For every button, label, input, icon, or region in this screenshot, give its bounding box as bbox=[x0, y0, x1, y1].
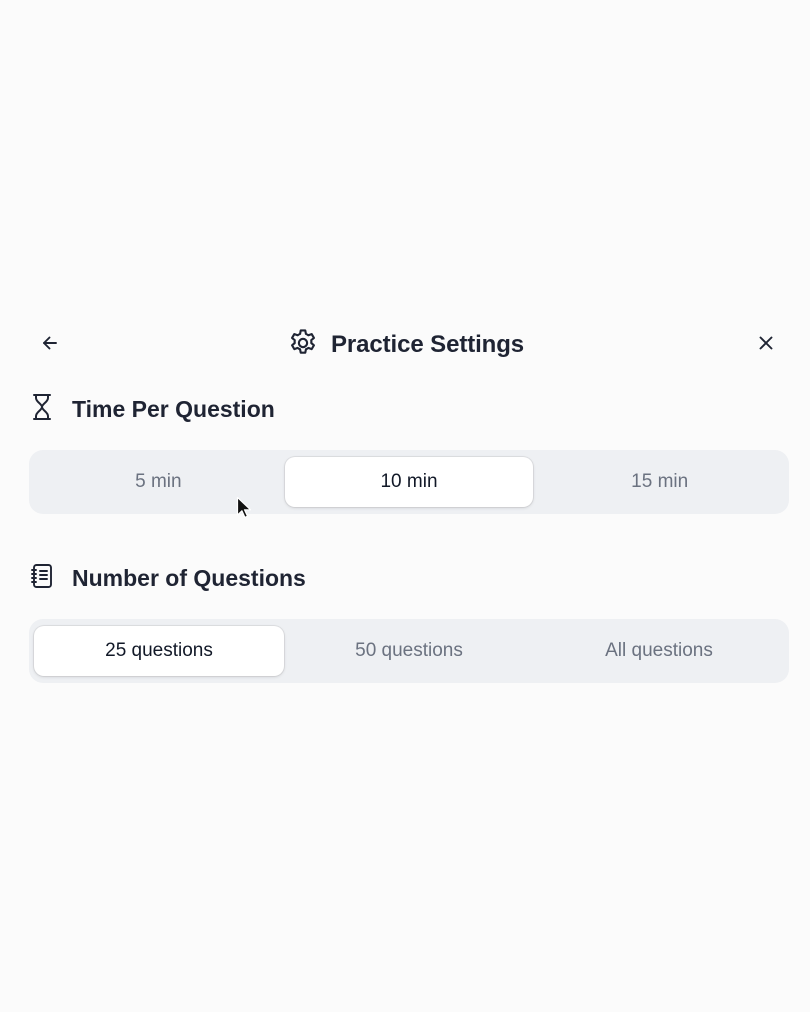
questions-option-all[interactable]: All questions bbox=[534, 626, 784, 676]
notebook-icon bbox=[30, 562, 54, 595]
time-per-question-heading: Time Per Question bbox=[30, 392, 275, 426]
arrow-left-icon bbox=[40, 333, 60, 358]
questions-option-25[interactable]: 25 questions bbox=[34, 626, 284, 676]
gear-icon bbox=[287, 327, 319, 364]
time-option-5-min[interactable]: 5 min bbox=[34, 457, 283, 507]
back-button[interactable] bbox=[36, 331, 64, 359]
number-of-questions-selector: 25 questions 50 questions All questions bbox=[29, 619, 789, 683]
section-title: Number of Questions bbox=[72, 564, 306, 591]
questions-option-50[interactable]: 50 questions bbox=[284, 626, 534, 676]
settings-header: Practice Settings bbox=[0, 318, 810, 372]
number-of-questions-heading: Number of Questions bbox=[30, 561, 306, 595]
section-title: Time Per Question bbox=[72, 395, 275, 422]
time-per-question-selector: 5 min 10 min 15 min bbox=[29, 450, 789, 514]
practice-settings-page: Practice Settings Time Per Question 5 mi… bbox=[0, 0, 810, 1012]
time-option-10-min[interactable]: 10 min bbox=[284, 457, 534, 507]
page-title-group: Practice Settings bbox=[287, 327, 525, 364]
page-title: Practice Settings bbox=[331, 331, 525, 358]
hourglass-icon bbox=[30, 393, 54, 426]
time-option-15-min[interactable]: 15 min bbox=[535, 457, 784, 507]
close-button[interactable] bbox=[752, 331, 780, 359]
close-icon bbox=[757, 334, 775, 357]
